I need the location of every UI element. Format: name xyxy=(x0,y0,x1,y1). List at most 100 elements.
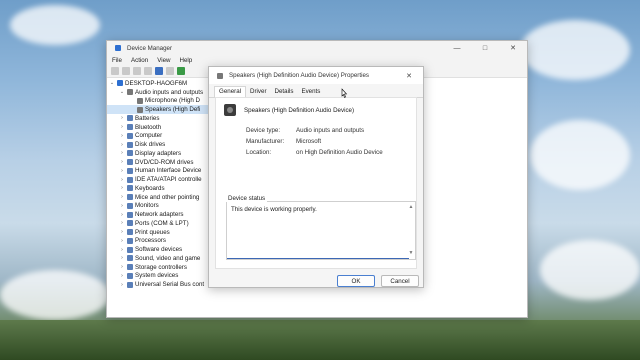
field-row: Device type: Audio inputs and outputs xyxy=(246,125,416,136)
tree-item[interactable]: ⌄ DESKTOP-HAOGF6M xyxy=(107,79,217,88)
chevron-right-icon[interactable]: › xyxy=(119,159,125,165)
tree-item[interactable]: ⌄ Audio inputs and outputs xyxy=(107,88,217,97)
chevron-right-icon[interactable]: › xyxy=(119,115,125,121)
field-row: Location: on High Definition Audio Devic… xyxy=(246,147,416,158)
list-view-icon[interactable] xyxy=(144,67,152,75)
tree-item[interactable]: › DVD/CD-ROM drives xyxy=(107,158,217,167)
device-icon xyxy=(127,124,133,131)
tree-item[interactable]: › Universal Serial Bus cont xyxy=(107,280,217,289)
tree-item[interactable]: › System devices xyxy=(107,272,217,281)
chevron-right-icon[interactable]: › xyxy=(119,177,125,183)
tree-item[interactable]: › Batteries xyxy=(107,114,217,123)
chevron-right-icon[interactable]: › xyxy=(119,124,125,130)
tree-item[interactable]: › Bluetooth xyxy=(107,123,217,132)
device-icon xyxy=(127,141,133,148)
tree-item[interactable]: › Processors xyxy=(107,237,217,246)
scroll-up-icon[interactable]: ▲ xyxy=(408,204,414,210)
scroll-down-icon[interactable]: ▼ xyxy=(408,250,414,256)
close-button[interactable]: ✕ xyxy=(499,41,527,55)
chevron-right-icon[interactable]: › xyxy=(119,220,125,226)
tree-item[interactable]: › Print queues xyxy=(107,228,217,237)
chevron-right-icon[interactable]: › xyxy=(119,133,125,139)
device-icon xyxy=(127,150,133,157)
device-name: Speakers (High Definition Audio Device) xyxy=(244,106,355,114)
chevron-right-icon[interactable]: › xyxy=(119,185,125,191)
chevron-right-icon[interactable]: › xyxy=(119,264,125,270)
tree-item[interactable]: › Ports (COM & LPT) xyxy=(107,219,217,228)
tree-item[interactable]: › Disk drives xyxy=(107,140,217,149)
maximize-button[interactable]: □ xyxy=(471,41,499,55)
forward-arrow-icon[interactable] xyxy=(122,67,130,75)
menu-action[interactable]: Action xyxy=(131,57,148,64)
chevron-right-icon[interactable]: › xyxy=(119,168,125,174)
tree-item[interactable]: › Human Interface Device xyxy=(107,167,217,176)
help-icon[interactable] xyxy=(155,67,163,75)
tab-driver[interactable]: Driver xyxy=(246,87,271,97)
menu-help[interactable]: Help xyxy=(180,57,193,64)
chevron-right-icon[interactable]: › xyxy=(119,194,125,200)
cancel-button[interactable]: Cancel xyxy=(381,275,419,287)
tree-item-label: Processors xyxy=(135,237,166,245)
dialog-titlebar: Speakers (High Definition Audio Device) … xyxy=(209,67,423,84)
tab-details[interactable]: Details xyxy=(271,87,298,97)
chevron-right-icon[interactable]: › xyxy=(119,282,125,288)
tree-item[interactable]: › Monitors xyxy=(107,202,217,211)
field-key: Location: xyxy=(246,149,272,156)
tree-item-label: DESKTOP-HAOGF6M xyxy=(125,79,188,87)
device-icon xyxy=(127,272,133,279)
device-icon xyxy=(127,132,133,139)
tree-item[interactable]: › Software devices xyxy=(107,245,217,254)
chevron-right-icon[interactable]: › xyxy=(119,203,125,209)
back-arrow-icon[interactable] xyxy=(111,67,119,75)
chevron-right-icon[interactable]: › xyxy=(119,150,125,156)
chevron-down-icon[interactable]: ⌄ xyxy=(119,89,125,95)
tree-item-label: Disk drives xyxy=(135,141,166,149)
device-icon xyxy=(127,185,133,192)
tree-item[interactable]: Microphone (High D xyxy=(107,97,217,106)
tree-item[interactable]: › Display adapters xyxy=(107,149,217,158)
chevron-down-icon[interactable]: ⌄ xyxy=(109,80,115,86)
window-title: Device Manager xyxy=(127,44,173,52)
field-value: Audio inputs and outputs xyxy=(296,127,365,134)
device-icon xyxy=(127,281,133,288)
tree-item[interactable]: › Mice and other pointing xyxy=(107,193,217,202)
chevron-right-icon[interactable]: › xyxy=(119,255,125,261)
properties-icon[interactable] xyxy=(133,67,141,75)
tree-item[interactable]: › Network adapters xyxy=(107,210,217,219)
chevron-right-icon[interactable]: › xyxy=(119,238,125,244)
tree-item[interactable]: › Computer xyxy=(107,132,217,141)
status-scrollbar[interactable]: ▲ ▼ xyxy=(408,204,414,256)
tree-item-label: Mice and other pointing xyxy=(135,193,200,201)
chevron-right-icon[interactable]: › xyxy=(119,229,125,235)
device-list-icon[interactable] xyxy=(166,67,174,75)
dialog-close-button[interactable]: ✕ xyxy=(395,69,423,83)
menu-view[interactable]: View xyxy=(157,57,170,64)
speaker-icon xyxy=(137,97,143,104)
cloud xyxy=(530,120,630,190)
device-tree: ⌄ DESKTOP-HAOGF6M ⌄ Audio inputs and output… xyxy=(107,79,217,317)
chevron-right-icon[interactable]: › xyxy=(119,142,125,148)
tree-item[interactable]: › Keyboards xyxy=(107,184,217,193)
tree-item-label: Audio inputs and outputs xyxy=(135,88,204,96)
chevron-right-icon[interactable]: › xyxy=(119,247,125,253)
tab-events[interactable]: Events xyxy=(297,87,324,97)
tree-item-label: Bluetooth xyxy=(135,123,162,131)
tree-item-label: Storage controllers xyxy=(135,263,187,271)
chevron-right-icon[interactable]: › xyxy=(119,212,125,218)
tree-item[interactable]: › IDE ATA/ATAPI controlle xyxy=(107,175,217,184)
menu-file[interactable]: File xyxy=(112,57,122,64)
tree-item-label: Print queues xyxy=(135,228,170,236)
field-key: Device type: xyxy=(246,127,281,134)
cloud xyxy=(520,20,630,80)
tree-item[interactable]: Speakers (High Defi xyxy=(107,105,217,114)
chevron-right-icon[interactable]: › xyxy=(119,273,125,279)
tree-item[interactable]: › Sound, video and game xyxy=(107,254,217,263)
device-icon xyxy=(127,237,133,244)
tab-general[interactable]: General xyxy=(214,86,247,97)
tree-item[interactable]: › Storage controllers xyxy=(107,263,217,272)
ok-button[interactable]: OK xyxy=(337,275,375,287)
scan-hardware-icon[interactable] xyxy=(177,67,185,75)
device-status-box[interactable]: This device is working properly. ▲ ▼ xyxy=(226,201,416,260)
device-icon xyxy=(127,176,133,183)
minimize-button[interactable]: — xyxy=(443,41,471,55)
